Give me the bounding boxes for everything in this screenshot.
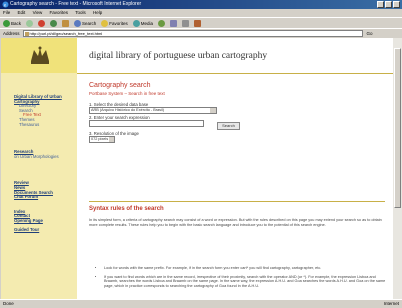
syntax-intro: In its simplest form, a criteria of cart… (89, 218, 382, 227)
minimize-button[interactable] (377, 1, 384, 8)
syntax-rules-list: Look for words with the same prefix. For… (98, 266, 389, 292)
menu-tools[interactable]: Tools (75, 10, 86, 15)
nav-research-sub[interactable]: on Urban Morphologies (14, 154, 62, 160)
address-bar: Address http://purl.pt/dl/geo/search_fre… (0, 28, 402, 38)
database-select[interactable]: ARB (Arquivo Histórico do Exército - Bra… (89, 107, 217, 114)
go-button[interactable]: Go (367, 31, 373, 36)
back-arrow-icon (3, 19, 10, 27)
media-label: Media (140, 20, 154, 26)
forward-button[interactable] (26, 19, 34, 27)
favorites-star-icon (101, 19, 109, 27)
menu-bar: File Edit View Favorites Tools Help (0, 9, 402, 17)
mail-button[interactable] (170, 19, 178, 27)
search-button[interactable]: Search (74, 19, 97, 27)
database-value: ARB (Arquivo Histórico do Exército - Bra… (91, 108, 165, 112)
window-titlebar: e Cartography search - Free text - Micro… (0, 0, 402, 9)
resolution-value: 072 pixels (91, 137, 109, 141)
search-icon (74, 19, 82, 27)
status-bar: Done Internet (0, 299, 402, 307)
address-label: Address (3, 31, 20, 36)
media-icon (132, 19, 140, 27)
history-icon (158, 19, 166, 27)
menu-favorites[interactable]: Favorites (50, 10, 69, 15)
vertical-scrollbar[interactable] (393, 38, 402, 299)
browser-toolbar: Back Search Favorites Media (0, 17, 402, 28)
stop-icon (38, 19, 46, 27)
syntax-rule-item: Look for words with the same prefix. For… (104, 266, 389, 271)
home-button[interactable] (62, 19, 70, 27)
forward-arrow-icon (26, 19, 34, 27)
refresh-button[interactable] (50, 19, 58, 27)
print-icon (182, 19, 190, 27)
favorites-button[interactable]: Favorites (101, 19, 128, 27)
nav-guided-tour[interactable]: Guided Tour (14, 227, 62, 233)
back-label: Back (11, 20, 22, 26)
menu-help[interactable]: Help (93, 10, 102, 15)
scrollbar-thumb[interactable] (394, 48, 401, 208)
logo-panel (1, 38, 77, 73)
print-button[interactable] (182, 19, 190, 27)
syntax-title: Syntax rules of the search (89, 206, 164, 212)
sidebar-nav: Digital Library of Urban Cartography Dir… (14, 94, 62, 233)
stop-button[interactable] (38, 19, 46, 27)
address-input[interactable]: http://purl.pt/dl/geo/search_free_text.h… (22, 30, 363, 37)
chevron-down-icon (210, 108, 216, 113)
home-icon (62, 19, 70, 27)
search-subtitle: Portbase System – Search in free text (89, 91, 165, 96)
internet-explorer-icon: e (2, 1, 9, 8)
edit-icon (194, 19, 202, 27)
window-title: Cartography search - Free text - Microso… (10, 1, 142, 7)
syntax-rule-item: If you want to find words which are in t… (104, 275, 389, 289)
media-button[interactable]: Media (132, 19, 154, 27)
resolution-select[interactable]: 072 pixels (89, 136, 115, 143)
edit-button[interactable] (194, 19, 202, 27)
status-text: Done (3, 301, 14, 306)
menu-view[interactable]: View (33, 10, 43, 15)
site-title: digital library of portuguese urban cart… (89, 51, 268, 61)
history-button[interactable] (158, 19, 166, 27)
address-url: http://purl.pt/dl/geo/search_free_text.h… (29, 31, 103, 36)
site-header: digital library of portuguese urban cart… (1, 38, 393, 74)
close-button[interactable] (393, 1, 400, 8)
page-content: digital library of portuguese urban cart… (1, 38, 393, 299)
maximize-button[interactable] (385, 1, 392, 8)
section-divider (89, 201, 385, 202)
window-controls (377, 1, 400, 8)
page-icon (24, 32, 29, 36)
mail-icon (170, 19, 178, 27)
menu-file[interactable]: File (3, 10, 10, 15)
refresh-icon (50, 19, 58, 27)
search-expression-input[interactable] (89, 120, 204, 127)
crown-emblem-icon[interactable] (29, 45, 51, 65)
menu-edit[interactable]: Edit (18, 10, 26, 15)
search-panel: Cartography search Portbase System – Sea… (89, 82, 389, 143)
favorites-label: Favorites (109, 20, 128, 26)
back-button[interactable]: Back (3, 19, 22, 27)
search-title: Cartography search (89, 82, 151, 89)
search-label: Search (82, 20, 97, 26)
resolution-label: 3. Resolution of the image (89, 131, 139, 136)
chevron-down-icon (109, 137, 114, 142)
search-submit-button[interactable]: Search (217, 122, 240, 130)
